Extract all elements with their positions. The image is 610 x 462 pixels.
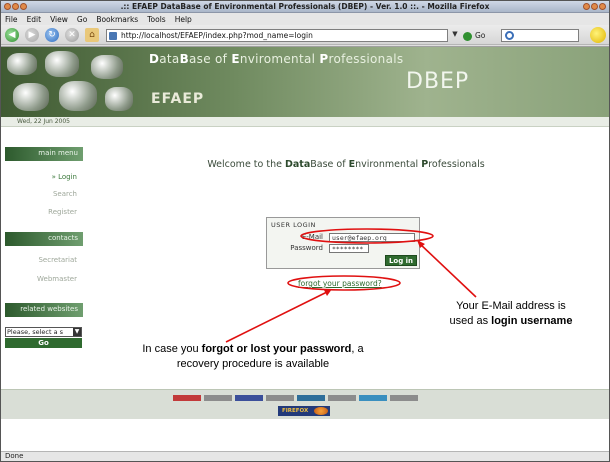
cube-decoration bbox=[59, 81, 97, 111]
search-input[interactable] bbox=[501, 29, 579, 42]
password-field[interactable] bbox=[329, 244, 369, 253]
login-title: USER LOGIN bbox=[271, 221, 316, 229]
standards-badge bbox=[328, 395, 356, 401]
menu-help[interactable]: Help bbox=[175, 15, 192, 24]
address-url: http://localhost/EFAEP/index.php?mod_nam… bbox=[121, 31, 313, 40]
search-engine-icon bbox=[505, 31, 514, 40]
throbber-icon bbox=[590, 27, 606, 43]
forgot-arrow-head bbox=[324, 289, 332, 296]
chevron-down-icon: ▼ bbox=[73, 328, 81, 336]
current-date: Wed, 22 Jun 2005 bbox=[17, 118, 70, 125]
welcome-heading: Welcome to the DataBase of Environmental… bbox=[207, 159, 485, 170]
minimize-icon[interactable] bbox=[583, 3, 590, 10]
cube-decoration bbox=[91, 55, 123, 79]
cube-decoration bbox=[7, 53, 37, 75]
cube-decoration bbox=[45, 51, 79, 77]
related-go-button[interactable]: Go bbox=[5, 338, 82, 348]
cube-decoration bbox=[105, 87, 133, 111]
page-content: DataBase of Enviromental Professionals E… bbox=[1, 46, 609, 451]
menu-bar: File Edit View Go Bookmarks Tools Help bbox=[1, 13, 609, 25]
efaep-logo: EFAEP bbox=[151, 91, 205, 107]
sidebar-item-login[interactable]: » Login bbox=[5, 173, 83, 181]
menu-go[interactable]: Go bbox=[77, 15, 87, 24]
stop-icon[interactable]: ✕ bbox=[65, 28, 79, 42]
window-title: .:: EFAEP DataBase of Environmental Prof… bbox=[120, 2, 490, 11]
sidebar-item-webmaster[interactable]: Webmaster bbox=[5, 275, 83, 283]
login-form: USER LOGIN E-Mail Password Log in bbox=[266, 217, 420, 269]
menu-file[interactable]: File bbox=[5, 15, 18, 24]
standards-badge bbox=[297, 395, 325, 401]
sidebar-heading-related: related websites bbox=[5, 303, 83, 317]
forgot-callout-line2: recovery procedure is available bbox=[176, 358, 330, 370]
home-icon[interactable]: ⌂ bbox=[85, 28, 99, 42]
standards-badge bbox=[204, 395, 232, 401]
window-buttons-right[interactable] bbox=[583, 3, 606, 10]
related-select-value: Please, select a s bbox=[7, 328, 64, 336]
standards-badge bbox=[173, 395, 201, 401]
email-label: E-Mail bbox=[301, 233, 323, 241]
firefox-badge-label: FIREFOX bbox=[282, 408, 309, 414]
standards-badge bbox=[235, 395, 263, 401]
forgot-callout: In case you forgot or lost your password… bbox=[113, 342, 393, 372]
cube-decoration bbox=[13, 83, 49, 111]
sidebar-heading-main-menu: main menu bbox=[5, 147, 83, 161]
forgot-callout-line1: In case you forgot or lost your password… bbox=[142, 343, 364, 355]
site-tagline: DataBase of Enviromental Professionals bbox=[149, 52, 404, 66]
status-bar: Done bbox=[1, 451, 609, 461]
reload-icon[interactable]: ↻ bbox=[45, 28, 59, 42]
menu-edit[interactable]: Edit bbox=[27, 15, 42, 24]
firefox-badge: FIREFOX bbox=[278, 406, 330, 416]
firefox-logo-icon bbox=[314, 407, 328, 415]
related-websites-select[interactable]: Please, select a s ▼ bbox=[5, 327, 82, 337]
email-callout-line1: Your E-Mail address is bbox=[456, 300, 566, 312]
standards-badge bbox=[359, 395, 387, 401]
email-callout: Your E-Mail address is used as login use… bbox=[431, 299, 591, 329]
forgot-arrow bbox=[225, 290, 330, 343]
footer-banner: FIREFOX bbox=[1, 389, 609, 419]
sidebar-item-register[interactable]: Register bbox=[5, 208, 83, 216]
forward-icon[interactable]: ▶ bbox=[25, 28, 39, 42]
email-arrow bbox=[418, 242, 477, 298]
badge-row bbox=[173, 395, 418, 401]
email-field[interactable] bbox=[329, 233, 415, 242]
menu-view[interactable]: View bbox=[50, 15, 68, 24]
title-bar: .:: EFAEP DataBase of Environmental Prof… bbox=[1, 1, 609, 13]
sidebar-item-search[interactable]: Search bbox=[5, 190, 83, 198]
go-arrow-icon bbox=[463, 31, 472, 41]
go-button[interactable]: Go bbox=[463, 29, 497, 42]
go-label: Go bbox=[475, 31, 486, 40]
dbep-logo: DBEP bbox=[406, 69, 470, 94]
menu-bookmarks[interactable]: Bookmarks bbox=[96, 15, 138, 24]
favicon-icon bbox=[109, 32, 117, 40]
sidebar-heading-contacts: contacts bbox=[5, 232, 83, 246]
menu-tools[interactable]: Tools bbox=[147, 15, 165, 24]
sidebar-item-secretariat[interactable]: Secretariat bbox=[5, 256, 83, 264]
standards-badge bbox=[266, 395, 294, 401]
date-strip: Wed, 22 Jun 2005 bbox=[1, 117, 609, 127]
login-button[interactable]: Log in bbox=[385, 255, 417, 266]
password-label: Password bbox=[290, 244, 323, 252]
address-dropdown-icon[interactable]: ▼ bbox=[450, 30, 460, 40]
forgot-password-link[interactable]: forgot your password? bbox=[298, 279, 382, 288]
status-text: Done bbox=[5, 452, 24, 460]
navigation-toolbar: ◀ ▶ ↻ ✕ ⌂ http://localhost/EFAEP/index.p… bbox=[1, 25, 609, 45]
standards-badge bbox=[390, 395, 418, 401]
back-icon[interactable]: ◀ bbox=[5, 28, 19, 42]
browser-window: .:: EFAEP DataBase of Environmental Prof… bbox=[0, 0, 610, 462]
address-bar[interactable]: http://localhost/EFAEP/index.php?mod_nam… bbox=[106, 29, 448, 42]
maximize-icon[interactable] bbox=[591, 3, 598, 10]
close-icon[interactable] bbox=[599, 3, 606, 10]
site-header: DataBase of Enviromental Professionals E… bbox=[1, 47, 609, 117]
email-callout-line2: used as login username bbox=[449, 315, 573, 327]
